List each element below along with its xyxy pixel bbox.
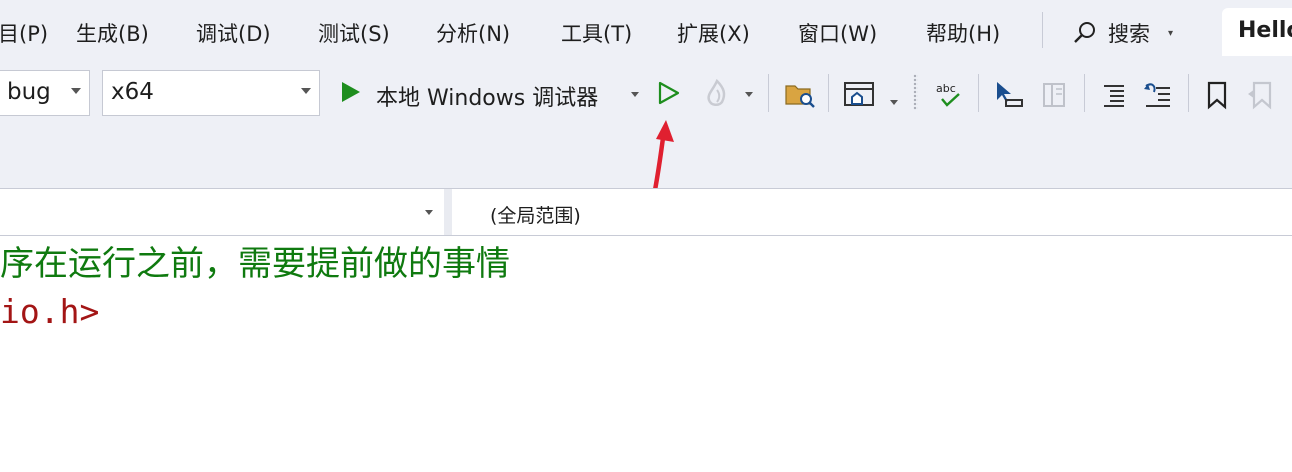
hot-reload-chevron-down-icon[interactable] bbox=[745, 92, 753, 97]
window-title: Hello bbox=[1238, 18, 1292, 43]
debugger-chevron-down-icon[interactable] bbox=[631, 92, 639, 97]
navigation-bar: (全局范围) bbox=[0, 188, 1292, 236]
menu-tools[interactable]: 工具(T) bbox=[561, 18, 632, 48]
menu-extensions[interactable]: 扩展(X) bbox=[677, 18, 750, 48]
toolbar-separator bbox=[978, 74, 979, 112]
window-layout-home-icon[interactable] bbox=[842, 80, 876, 110]
menu-build[interactable]: 生成(B) bbox=[76, 18, 149, 48]
type-scope-dropdown[interactable] bbox=[0, 189, 444, 235]
menu-project[interactable]: 目(P) bbox=[0, 18, 48, 48]
toolbar-grip[interactable] bbox=[913, 74, 918, 110]
menu-analyze[interactable]: 分析(N) bbox=[436, 18, 510, 48]
previous-bookmark-icon[interactable] bbox=[1246, 80, 1276, 110]
toolbar-separator bbox=[1188, 74, 1189, 112]
start-without-debugging-icon[interactable] bbox=[656, 80, 682, 106]
search-icon[interactable] bbox=[1072, 20, 1098, 46]
toolbar-separator bbox=[768, 74, 769, 112]
search-label[interactable]: 搜索 bbox=[1108, 18, 1150, 48]
chevron-down-icon bbox=[71, 88, 81, 94]
menu-window[interactable]: 窗口(W) bbox=[798, 18, 877, 48]
local-windows-debugger-button[interactable]: 本地 Windows 调试器 bbox=[376, 80, 598, 112]
menu-separator bbox=[1042, 12, 1043, 48]
find-in-files-folder-icon[interactable] bbox=[784, 80, 816, 110]
global-scope-dropdown[interactable]: (全局范围) bbox=[490, 201, 581, 228]
code-comment-line[interactable]: 序在运行之前，需要提前做的事情 bbox=[0, 236, 510, 285]
bookmark-icon[interactable] bbox=[1204, 80, 1230, 110]
toolbar-separator bbox=[828, 74, 829, 112]
menu-help[interactable]: 帮助(H) bbox=[926, 18, 1000, 48]
solution-configuration-dropdown[interactable]: bug bbox=[0, 70, 90, 116]
solution-platform-dropdown[interactable]: x64 bbox=[102, 70, 320, 116]
indent-lines-icon[interactable] bbox=[1100, 80, 1130, 110]
toolbar-separator bbox=[1084, 74, 1085, 112]
spell-check-icon[interactable]: abc bbox=[934, 80, 964, 110]
split-panel-icon[interactable] bbox=[1040, 80, 1068, 110]
chevron-down-icon bbox=[301, 88, 311, 94]
scope-divider bbox=[444, 189, 452, 235]
hot-reload-flame-icon[interactable] bbox=[702, 78, 732, 108]
menu-test[interactable]: 测试(S) bbox=[318, 18, 390, 48]
platform-value: x64 bbox=[111, 79, 154, 105]
menu-bar: 目(P) 生成(B) 调试(D) 测试(S) 分析(N) 工具(T) 扩展(X)… bbox=[0, 0, 1292, 66]
configuration-value: bug bbox=[7, 79, 51, 105]
search-chevron-down-icon[interactable]: ▾ bbox=[1168, 28, 1173, 39]
select-element-cursor-icon[interactable] bbox=[994, 80, 1026, 110]
layout-chevron-down-icon[interactable] bbox=[890, 100, 898, 105]
start-debugging-play-icon[interactable] bbox=[340, 80, 362, 104]
code-include-line[interactable]: io.h> bbox=[0, 292, 99, 331]
comment-lines-icon[interactable] bbox=[1142, 80, 1174, 110]
chevron-down-icon bbox=[425, 210, 433, 215]
svg-text:abc: abc bbox=[936, 82, 956, 95]
menu-debug[interactable]: 调试(D) bbox=[196, 18, 271, 48]
